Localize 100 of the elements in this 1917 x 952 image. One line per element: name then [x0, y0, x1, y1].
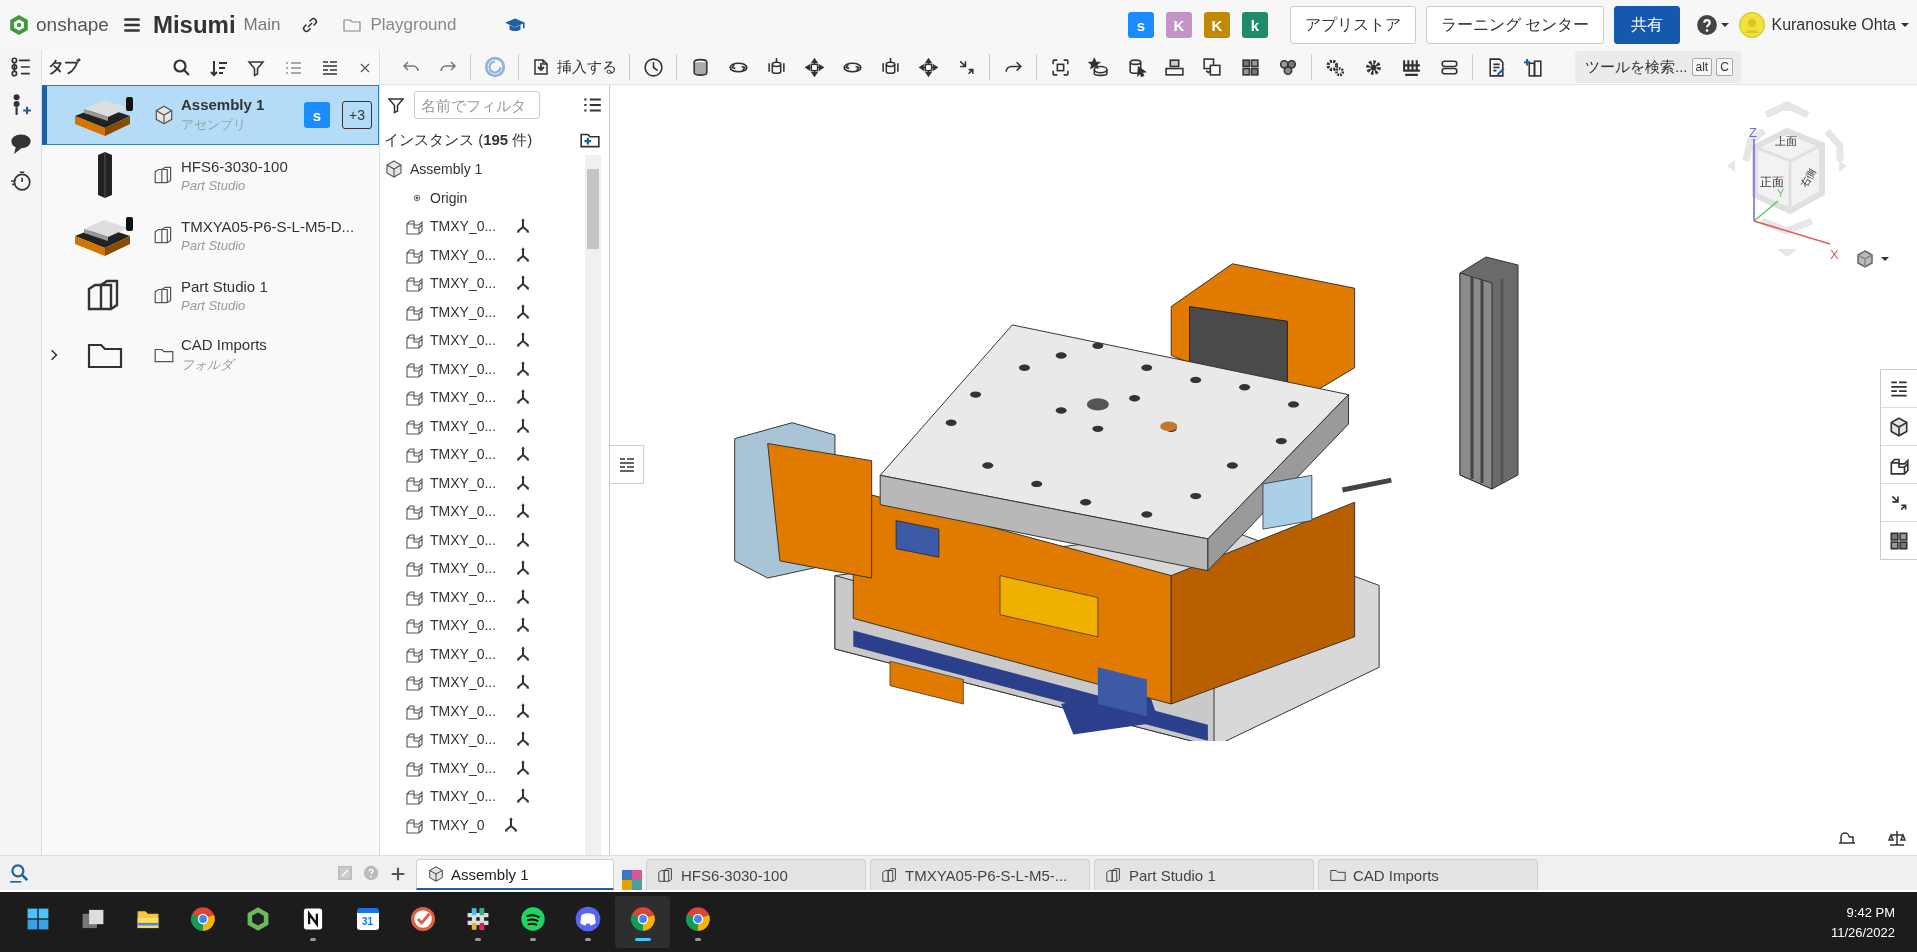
- instance-name[interactable]: TMXY_0...: [430, 645, 497, 662]
- instance-name[interactable]: TMXY_0...: [430, 588, 497, 605]
- instance-name[interactable]: TMXY_0...: [430, 446, 497, 463]
- view-cube-face-label[interactable]: 上面: [1775, 135, 1797, 147]
- workspace-name[interactable]: Main: [243, 15, 281, 35]
- header-button[interactable]: ラーニング センター: [1426, 6, 1605, 44]
- search-icon[interactable]: [8, 862, 30, 884]
- axis-label: Y: [1777, 187, 1785, 199]
- browser-icon[interactable]: [684, 905, 711, 932]
- panel-toggle-button[interactable]: [610, 445, 644, 484]
- instance-name[interactable]: TMXY_0...: [430, 759, 497, 776]
- caret-icon: [1901, 23, 1909, 27]
- aluminum-profile-drawing[interactable]: [1458, 255, 1520, 491]
- instance-name[interactable]: TMXY_0...: [430, 531, 497, 548]
- scrollbar[interactable]: [585, 155, 601, 855]
- caret-icon[interactable]: [1881, 257, 1889, 261]
- axis-label: X: [1830, 247, 1839, 261]
- document-tab[interactable]: Assembly 1: [416, 859, 614, 890]
- feature-list-icon[interactable]: [9, 56, 32, 78]
- document-tab[interactable]: CAD Imports: [1318, 859, 1538, 890]
- instance-name[interactable]: TMXY_0...: [430, 503, 497, 520]
- tab-name: TMXYA05-P6-S-L-M5-D...: [181, 217, 356, 235]
- collaborator-badge[interactable]: k: [1242, 12, 1268, 38]
- tab-list-item[interactable]: CAD Imports フォルダ: [42, 325, 379, 385]
- instance-name[interactable]: TMXY_0...: [430, 360, 497, 377]
- music-app-icon[interactable]: [519, 905, 546, 932]
- view-mode-cube-icon[interactable]: [1855, 249, 1875, 269]
- view-cube-face-label[interactable]: 正面: [1760, 175, 1784, 189]
- document-tab[interactable]: TMXYA05-P6-S-L-M5-...: [870, 859, 1090, 890]
- part-studio-icon: [881, 866, 899, 884]
- filter-icon[interactable]: [386, 95, 406, 115]
- instance-name[interactable]: TMXY_0...: [430, 474, 497, 491]
- grid-icon[interactable]: [1239, 56, 1261, 78]
- variable-table-icon[interactable]: [1888, 529, 1910, 552]
- stopwatch-icon[interactable]: [9, 170, 32, 192]
- instance-name[interactable]: TMXY_0...: [430, 617, 497, 634]
- profile-thumbnail: [95, 151, 115, 199]
- instance-name[interactable]: Assembly 1: [410, 161, 483, 178]
- document-tab[interactable]: Part Studio 1: [1094, 859, 1314, 890]
- instance-name[interactable]: TMXY_0...: [430, 560, 497, 577]
- checkmark-circle-icon[interactable]: [409, 905, 436, 932]
- document-title[interactable]: Misumi: [152, 11, 236, 39]
- browser-icon[interactable]: [629, 905, 656, 932]
- scale-icon[interactable]: [1887, 829, 1907, 849]
- view-cube-face-label[interactable]: 右側: [1797, 166, 1818, 190]
- instance-name[interactable]: TMXY_0...: [430, 218, 497, 235]
- tab-type: Part Studio: [181, 237, 247, 253]
- frame-icon[interactable]: [1049, 56, 1071, 78]
- instance-name[interactable]: TMXY_0...: [430, 303, 497, 320]
- chat-app-icon[interactable]: [574, 905, 601, 932]
- instance-name[interactable]: TMXY_0...: [430, 332, 497, 349]
- tab-type: Part Studio: [181, 297, 247, 313]
- document-tab[interactable]: HFS6-3030-100: [646, 859, 866, 890]
- tab-list-item[interactable]: TMXYA05-P6-S-L-M5-D... Part Studio: [42, 205, 379, 265]
- instance-name[interactable]: TMXY_0: [430, 816, 485, 833]
- instances-heading: インスタンス (195 件): [384, 130, 533, 150]
- header-button[interactable]: アプリストア: [1290, 6, 1416, 44]
- tab-type: アセンブリ: [181, 116, 247, 134]
- insert-button[interactable]: 挿入する: [523, 52, 625, 82]
- blocks-icon[interactable]: [1163, 56, 1185, 78]
- browser-icon[interactable]: [189, 905, 216, 932]
- search-icon[interactable]: [172, 57, 192, 78]
- clock-icon[interactable]: [642, 56, 664, 78]
- clock-date[interactable]: 11/26/2022: [1830, 924, 1895, 940]
- comment-icon[interactable]: [9, 132, 32, 154]
- instance-name[interactable]: TMXY_0...: [430, 246, 497, 263]
- instance-name[interactable]: TMXY_0...: [430, 788, 497, 805]
- instance-name[interactable]: Origin: [430, 189, 468, 206]
- insert-icon: [531, 57, 551, 77]
- axis-label: Z: [1749, 125, 1757, 140]
- header-button[interactable]: 共有: [1614, 6, 1681, 44]
- more-collaborators-badge[interactable]: +3: [342, 101, 372, 129]
- panel-title: タブ: [48, 57, 82, 77]
- tab-list-item[interactable]: Part Studio 1 Part Studio: [42, 265, 379, 325]
- tool-search-field[interactable]: ツールを検索... alt C: [1575, 51, 1741, 83]
- stacked-squares-icon[interactable]: [1201, 56, 1223, 78]
- instance-name[interactable]: TMXY_0...: [430, 674, 497, 691]
- add-part-icon[interactable]: [1523, 56, 1545, 78]
- instance-name[interactable]: TMXY_0...: [430, 389, 497, 406]
- move-icon[interactable]: [917, 56, 939, 78]
- tab-list-item[interactable]: Assembly 1 アセンブリ s +3: [42, 85, 379, 145]
- instance-name[interactable]: TMXY_0...: [430, 731, 497, 748]
- cylinder-star-icon[interactable]: [1087, 56, 1109, 78]
- configuration-cube-icon[interactable]: [1888, 415, 1910, 438]
- help-icon[interactable]: [1696, 14, 1719, 36]
- assembly-model-drawing[interactable]: [731, 261, 1395, 741]
- user-name[interactable]: Kuranosuke Ohta: [1771, 16, 1896, 34]
- clock-time[interactable]: 9:42 PM: [1846, 904, 1895, 920]
- assembly-icon: [384, 159, 404, 180]
- instance-name[interactable]: TMXY_0...: [430, 417, 497, 434]
- view-cube-drawing[interactable]: [1727, 101, 1847, 257]
- calendar-app-icon[interactable]: 31: [356, 907, 379, 930]
- instance-name[interactable]: TMXY_0...: [430, 275, 497, 292]
- tab-list-item[interactable]: HFS6-3030-100 Part Studio: [42, 145, 379, 205]
- shortcut-key: C: [1716, 58, 1733, 76]
- instance-name[interactable]: TMXY_0...: [430, 702, 497, 719]
- tab-type: Part Studio: [181, 177, 247, 193]
- name-filter-field[interactable]: 名前でフィルタ: [414, 91, 540, 119]
- move-icon[interactable]: [803, 56, 825, 78]
- onshape-logo-icon: [8, 14, 30, 36]
